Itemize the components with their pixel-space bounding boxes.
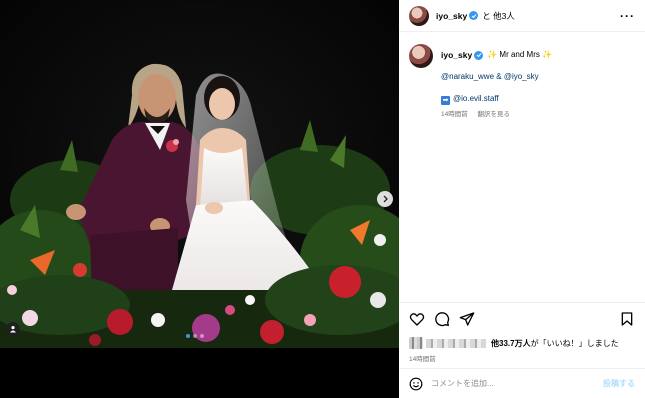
person-icon <box>10 326 16 333</box>
chevron-right-icon <box>383 195 388 203</box>
tagged-people-button[interactable] <box>6 322 20 336</box>
carousel-indicator <box>186 334 204 338</box>
liker-name-blurred[interactable] <box>426 338 486 348</box>
post-media <box>0 0 399 398</box>
share-icon[interactable] <box>459 311 475 327</box>
post-comment-button[interactable]: 投稿する <box>603 378 635 389</box>
caption-mentions[interactable]: @naraku_wwe & @iyo_sky <box>441 71 552 83</box>
post-header: iyo_sky と 他3人 ··· <box>399 0 645 32</box>
avatar[interactable] <box>409 5 429 26</box>
avatar[interactable] <box>409 44 433 68</box>
post-date[interactable]: 14時間前 <box>409 353 635 363</box>
caption: iyo_sky ✨ Mr and Mrs ✨ @naraku_wwe & @iy… <box>399 32 645 121</box>
likes-summary: 他33.7万人が「いいね！」しました <box>409 337 635 349</box>
sparkle-emoji: ✨ <box>487 50 498 59</box>
verified-badge-icon <box>469 11 479 20</box>
author-username[interactable]: iyo_sky <box>436 11 467 21</box>
more-options-icon[interactable]: ··· <box>620 9 635 23</box>
emoji-icon[interactable] <box>409 377 423 391</box>
carousel-dot <box>200 334 204 338</box>
verified-badge-icon <box>474 50 484 60</box>
action-bar: 他33.7万人が「いいね！」しました 14時間前 <box>399 302 645 363</box>
collaborators-link[interactable]: と 他3人 <box>482 10 515 22</box>
bookmark-icon[interactable] <box>619 311 635 327</box>
translate-link[interactable]: 翻訳を見る <box>478 111 511 118</box>
carousel-dot <box>193 334 197 338</box>
sparkle-emoji: ✨ <box>542 50 553 59</box>
caption-time[interactable]: 14時間前 <box>441 111 468 118</box>
caption-username[interactable]: iyo_sky <box>441 49 472 61</box>
liker-avatar[interactable] <box>409 337 423 349</box>
likes-suffix: が「いいね！」しました <box>530 338 619 348</box>
post-sidebar: iyo_sky と 他3人 ··· iyo_sky ✨ Mr and Mrs ✨… <box>399 0 645 398</box>
right-arrow-emoji-icon: ➡ <box>441 96 450 105</box>
likes-count[interactable]: 他33.7万人 <box>491 339 531 348</box>
staff-mention[interactable]: @io.evil.staff <box>453 94 499 103</box>
carousel-dot <box>186 334 190 338</box>
photo-illustration <box>0 0 399 348</box>
comment-icon[interactable] <box>434 311 450 327</box>
wedding-photo[interactable] <box>0 0 399 348</box>
heart-icon[interactable] <box>409 311 425 327</box>
caption-text: Mr and Mrs <box>499 50 540 59</box>
carousel-next-button[interactable] <box>377 191 393 207</box>
comment-input[interactable] <box>431 379 581 388</box>
comment-bar: 投稿する <box>399 368 645 398</box>
